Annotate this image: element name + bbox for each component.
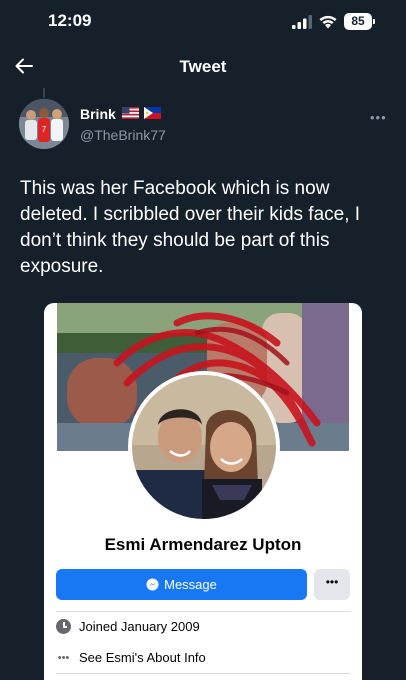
battery-indicator: 85 — [344, 13, 375, 30]
attached-facebook-screenshot[interactable]: Esmi Armendarez Upton Message ••• Joined… — [44, 303, 362, 680]
about-info-link[interactable]: ••• See Esmi's About Info — [56, 650, 206, 665]
tweet-text: This was her Facebook which is now delet… — [20, 178, 361, 277]
more-dots-icon: ••• — [57, 651, 70, 664]
author-handle: @TheBrink77 — [80, 127, 166, 143]
divider — [56, 673, 350, 674]
profile-name: Esmi Armendarez Upton — [104, 535, 302, 554]
messenger-icon — [146, 578, 159, 591]
message-button[interactable]: Message — [56, 569, 307, 600]
about-info-text[interactable]: See Esmi's About Info — [79, 650, 206, 665]
signal-icon — [292, 15, 312, 29]
profile-photo — [132, 375, 276, 519]
status-bar: 12:09 85 — [0, 0, 406, 44]
divider — [56, 611, 350, 612]
avatar-photo: 7 — [19, 99, 69, 149]
joined-info: Joined January 2009 — [56, 619, 200, 634]
profile-more-button[interactable]: ••• — [314, 569, 350, 600]
clock-icon — [56, 619, 71, 634]
thread-connector — [43, 88, 45, 98]
message-button-label: Message — [164, 577, 217, 592]
svg-text:7: 7 — [42, 125, 47, 134]
wifi-icon — [319, 15, 337, 29]
author-avatar[interactable]: 7 — [19, 99, 69, 149]
profile-picture — [128, 371, 280, 523]
philippines-flag-icon — [144, 107, 161, 119]
status-time: 12:09 — [48, 11, 92, 30]
author-flags — [122, 107, 161, 119]
author-name[interactable]: Brink — [80, 106, 116, 122]
page-title: Tweet — [179, 57, 227, 76]
more-options-icon[interactable]: ••• — [370, 110, 387, 125]
us-flag-icon — [122, 107, 139, 119]
tweet-header: Tweet — [0, 48, 406, 84]
joined-text: Joined January 2009 — [79, 619, 200, 634]
